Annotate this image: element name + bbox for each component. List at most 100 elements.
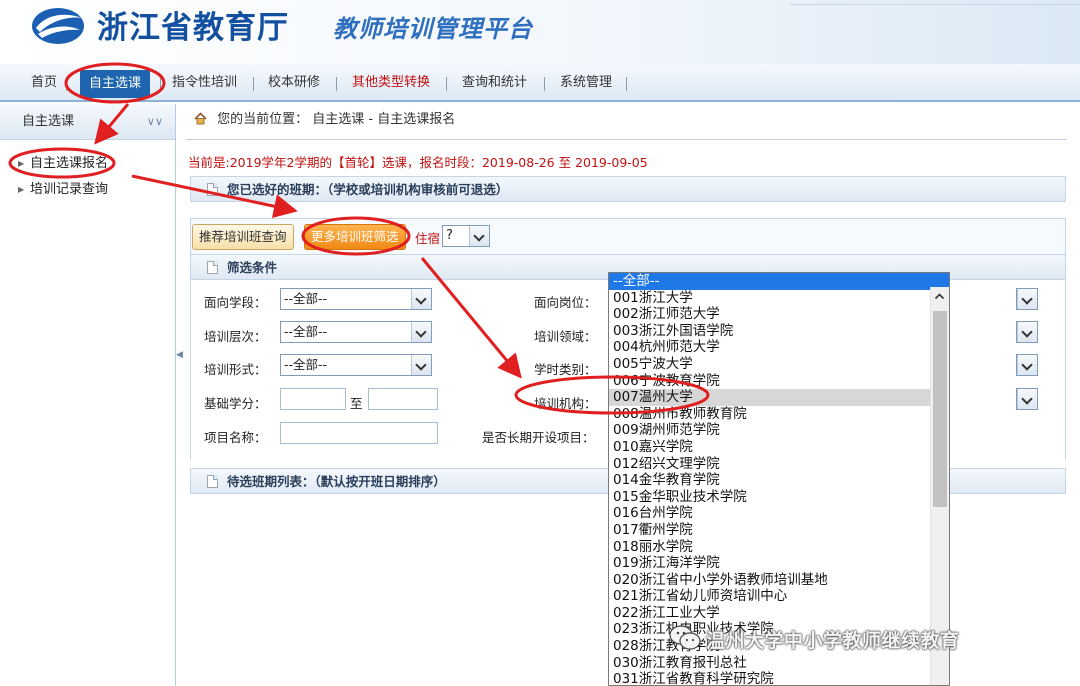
- form-label: 培训形式：: [204, 362, 267, 377]
- domain-select[interactable]: [1016, 321, 1038, 343]
- institution-option[interactable]: 010嘉兴学院: [609, 439, 949, 456]
- level-select[interactable]: --全部--: [280, 321, 432, 343]
- institution-option[interactable]: 017衢州学院: [609, 522, 949, 539]
- institution-option[interactable]: 019浙江海洋学院: [609, 555, 949, 572]
- nav-self-select[interactable]: 自主选课: [80, 70, 151, 98]
- nav-other-conversion[interactable]: 其他类型转换: [352, 72, 430, 94]
- institution-option[interactable]: 012绍兴文理学院: [609, 456, 949, 473]
- institution-option[interactable]: 003浙江外国语学院: [609, 323, 949, 340]
- institution-option[interactable]: 006宁波教育学院: [609, 373, 949, 390]
- institution-option[interactable]: 007温州大学: [609, 389, 949, 406]
- header-decoration: [790, 0, 1080, 5]
- institution-option[interactable]: 014金华教育学院: [609, 472, 949, 489]
- nav-separator: [253, 77, 254, 91]
- breadcrumb: 您的当前位置： 自主选课 - 自主选课报名: [186, 104, 1066, 140]
- enrollment-notice: 当前是:2019学年2学期的【首轮】选课，报名时段：2019-08-26 至 2…: [188, 155, 648, 170]
- form-select[interactable]: --全部--: [280, 354, 432, 376]
- collapse-left-icon[interactable]: ◀: [176, 350, 184, 366]
- institution-dropdown-list[interactable]: --全部-- 001浙江大学 002浙江师范大学 003浙江外国语学院 004杭州师范大…: [608, 272, 950, 686]
- chevron-up-icon[interactable]: [934, 291, 945, 302]
- scrollbar-thumb[interactable]: [933, 311, 947, 507]
- nav-school-research[interactable]: 校本研修: [268, 72, 320, 94]
- tab-recommended-query[interactable]: 推荐培训班查询: [192, 224, 294, 250]
- institution-option[interactable]: 004杭州师范大学: [609, 339, 949, 356]
- institution-option[interactable]: 008温州市教师教育院: [609, 406, 949, 423]
- chevron-down-icon: [1017, 389, 1037, 409]
- sidebar-item-record-query[interactable]: ▶ 培训记录查询: [0, 177, 175, 203]
- institution-option[interactable]: 020浙江省中小学外语教师培训基地: [609, 572, 949, 589]
- double-chevron-down-icon[interactable]: ∨∨: [147, 104, 163, 140]
- selected-classes-title: 您已选好的班期：（学校或培训机构审核前可退选）: [227, 182, 509, 197]
- document-icon: [207, 261, 218, 274]
- institution-option[interactable]: 005宁波大学: [609, 356, 949, 373]
- top-nav: 首页 自主选课 指令性培训 校本研修 其他类型转换 查询和统计 系统管理: [0, 64, 1080, 102]
- institution-option[interactable]: 031浙江省教育科学研究院: [609, 671, 949, 685]
- long-term-label: 是否长期开设项目：: [482, 430, 595, 445]
- sidebar-header[interactable]: 自主选课 ∨∨: [0, 104, 175, 140]
- lodging-value: ?: [446, 228, 453, 243]
- institution-option[interactable]: 002浙江师范大学: [609, 306, 949, 323]
- form-value: --全部--: [284, 357, 328, 372]
- sidebar-item-label: 培训记录查询: [30, 182, 109, 197]
- institution-select[interactable]: [1016, 388, 1038, 410]
- nav-separator: [160, 77, 161, 91]
- nav-home[interactable]: 首页: [31, 72, 57, 94]
- institution-option[interactable]: 009湖州师范学院: [609, 422, 949, 439]
- dropdown-options: --全部-- 001浙江大学 002浙江师范大学 003浙江外国语学院 004杭州师范大…: [609, 273, 949, 685]
- chevron-down-icon: [411, 322, 431, 342]
- stage-value: --全部--: [284, 291, 328, 306]
- lodging-select[interactable]: ?: [442, 225, 490, 247]
- filter-title: 筛选条件: [227, 260, 278, 275]
- credit-to-label: 至: [350, 396, 363, 411]
- sidebar-item-self-enroll[interactable]: ▶ 自主选课报名: [0, 151, 175, 177]
- position-label: 面向岗位：: [534, 295, 597, 310]
- nav-separator: [446, 77, 447, 91]
- project-name-input[interactable]: [280, 422, 438, 444]
- site-subtitle: 教师培训管理平台: [333, 15, 533, 43]
- chevron-down-icon: [1017, 322, 1037, 342]
- institution-option[interactable]: 016台州学院: [609, 505, 949, 522]
- nav-query-stats[interactable]: 查询和统计: [462, 72, 527, 94]
- institution-option[interactable]: 015金华职业技术学院: [609, 489, 949, 506]
- hours-label: 学时类别：: [534, 362, 597, 377]
- position-select[interactable]: [1016, 288, 1038, 310]
- sidebar-title: 自主选课: [22, 114, 75, 129]
- hours-select[interactable]: [1016, 354, 1038, 376]
- lodging-label: 住宿: [415, 231, 441, 246]
- sidebar-item-label: 自主选课报名: [30, 156, 109, 171]
- project-name-label: 项目名称：: [204, 430, 267, 445]
- institution-option[interactable]: 001浙江大学: [609, 290, 949, 307]
- domain-label: 培训领域：: [534, 329, 597, 344]
- nav-system-management[interactable]: 系统管理: [560, 72, 612, 94]
- sidebar: 自主选课 ∨∨ ▶ 自主选课报名 ▶ 培训记录查询: [0, 104, 176, 686]
- nav-separator: [544, 77, 545, 91]
- stage-label: 面向学段：: [204, 295, 267, 310]
- breadcrumb-prefix: 您的当前位置：: [217, 112, 309, 127]
- chevron-down-icon: [411, 289, 431, 309]
- level-value: --全部--: [284, 324, 328, 339]
- wechat-icon: [669, 625, 701, 650]
- chevron-down-icon: [411, 355, 431, 375]
- institution-label: 培训机构：: [534, 396, 597, 411]
- institution-option[interactable]: --全部--: [609, 273, 949, 290]
- header: 浙江省教育厅 教师培训管理平台: [0, 0, 1080, 64]
- credit-min-input[interactable]: [280, 388, 346, 410]
- credit-label: 基础学分：: [204, 396, 267, 411]
- institution-option[interactable]: 018丽水学院: [609, 539, 949, 556]
- institution-option[interactable]: 030浙江教育报刊总社: [609, 655, 949, 672]
- education-logo-icon: [32, 8, 84, 44]
- home-icon: [194, 112, 207, 125]
- institution-option[interactable]: 022浙江工业大学: [609, 605, 949, 622]
- credit-max-input[interactable]: [368, 388, 438, 410]
- tab-more-filter[interactable]: 更多培训班筛选: [304, 224, 406, 250]
- institution-option[interactable]: 021浙江省幼儿师资培训中心: [609, 588, 949, 605]
- site-title: 浙江省教育厅: [97, 10, 289, 46]
- chevron-down-icon: [1017, 355, 1037, 375]
- nav-separator: [66, 77, 67, 91]
- nav-separator: [626, 77, 627, 91]
- nav-directive-training[interactable]: 指令性培训: [172, 72, 237, 94]
- level-label: 培训层次：: [204, 329, 267, 344]
- page: 浙江省教育厅 教师培训管理平台 首页 自主选课 指令性培训 校本研修 其他类型转…: [0, 0, 1080, 686]
- triangle-right-icon: ▶: [18, 185, 25, 194]
- stage-select[interactable]: --全部--: [280, 288, 432, 310]
